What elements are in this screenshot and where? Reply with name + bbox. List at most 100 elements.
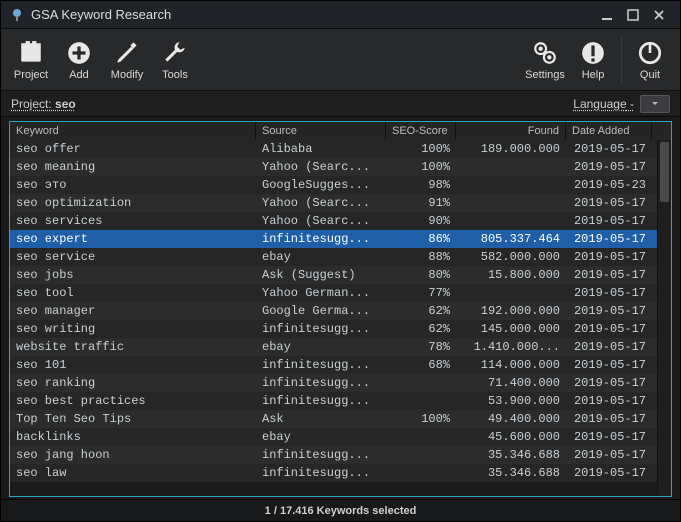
table-row[interactable]: seo rankinginfinitesugg...71.400.0002019… — [10, 374, 657, 392]
chevron-down-icon — [651, 100, 659, 108]
table-row[interactable]: seo jobsAsk (Suggest)80%15.800.0002019-0… — [10, 266, 657, 284]
cell-score: 100% — [386, 158, 456, 176]
cell-found: 192.000.000 — [456, 302, 566, 320]
cell-score: 91% — [386, 194, 456, 212]
scroll-thumb[interactable] — [660, 142, 669, 202]
table-row[interactable]: backlinksebay45.600.0002019-05-17 — [10, 428, 657, 446]
scrollbar[interactable] — [657, 140, 671, 496]
table-row[interactable]: seo 101infinitesugg...68%114.000.0002019… — [10, 356, 657, 374]
cell-score: 62% — [386, 320, 456, 338]
cell-source: Ask (Suggest) — [256, 266, 386, 284]
quit-label: Quit — [640, 69, 660, 81]
table-row[interactable]: seo managerGoogle Germa...62%192.000.000… — [10, 302, 657, 320]
project-button[interactable]: Project — [7, 32, 55, 88]
tools-icon — [161, 39, 189, 67]
cell-date: 2019-05-17 — [566, 302, 652, 320]
col-source[interactable]: Source — [256, 122, 386, 140]
col-date[interactable]: Date Added — [566, 122, 652, 140]
cell-found: 15.800.000 — [456, 266, 566, 284]
language-dropdown[interactable] — [640, 95, 670, 113]
table-row[interactable]: seo offerAlibaba100%189.000.0002019-05-1… — [10, 140, 657, 158]
cell-keyword: seo law — [10, 464, 256, 482]
cell-date: 2019-05-17 — [566, 248, 652, 266]
titlebar: GSA Keyword Research — [1, 1, 680, 29]
cell-keyword: seo offer — [10, 140, 256, 158]
cell-found — [456, 176, 566, 194]
cell-keyword: seo writing — [10, 320, 256, 338]
table-row[interactable]: seo writinginfinitesugg...62%145.000.000… — [10, 320, 657, 338]
cell-found: 1.410.000... — [456, 338, 566, 356]
help-button[interactable]: Help — [569, 32, 617, 88]
table-row[interactable]: seo servicesYahoo (Searc...90%2019-05-17 — [10, 212, 657, 230]
table-row[interactable]: seo этоGoogleSugges...98%2019-05-23 — [10, 176, 657, 194]
cell-source: Ask — [256, 410, 386, 428]
cell-found: 35.346.688 — [456, 464, 566, 482]
cell-source: infinitesugg... — [256, 464, 386, 482]
table-row[interactable]: seo optimizationYahoo (Searc...91%2019-0… — [10, 194, 657, 212]
cell-source: Yahoo (Searc... — [256, 194, 386, 212]
settings-label: Settings — [525, 69, 565, 81]
cell-keyword: seo manager — [10, 302, 256, 320]
cell-found: 582.000.000 — [456, 248, 566, 266]
quit-icon — [636, 39, 664, 67]
cell-found — [456, 212, 566, 230]
keyword-table: Keyword Source SEO-Score Found Date Adde… — [9, 121, 672, 497]
cell-keyword: seo meaning — [10, 158, 256, 176]
cell-keyword: backlinks — [10, 428, 256, 446]
table-row[interactable]: seo lawinfinitesugg... 35.346.6882019-05-… — [10, 464, 657, 482]
cell-keyword: seo best practices — [10, 392, 256, 410]
table-row[interactable]: website trafficebay78%1.410.000...2019-0… — [10, 338, 657, 356]
cell-date: 2019-05-17 — [566, 140, 652, 158]
cell-score: 90% — [386, 212, 456, 230]
cell-found: 189.000.000 — [456, 140, 566, 158]
cell-date: 2019-05-17 — [566, 320, 652, 338]
table-row[interactable]: seo best practicesinfinitesugg...53.900.… — [10, 392, 657, 410]
tools-label: Tools — [162, 69, 188, 81]
cell-date: 2019-05-17 — [566, 410, 652, 428]
maximize-button[interactable] — [620, 5, 646, 25]
language-link[interactable]: Language - — [573, 97, 634, 111]
table-row[interactable]: Top Ten Seo TipsAsk100%49.400.0002019-05… — [10, 410, 657, 428]
add-button[interactable]: Add — [55, 32, 103, 88]
modify-button[interactable]: Modify — [103, 32, 151, 88]
tools-button[interactable]: Tools — [151, 32, 199, 88]
col-keyword[interactable]: Keyword — [10, 122, 256, 140]
col-score[interactable]: SEO-Score — [386, 122, 456, 140]
project-label: Project — [14, 69, 48, 81]
minimize-button[interactable] — [594, 5, 620, 25]
cell-date: 2019-05-17 — [566, 212, 652, 230]
project-link[interactable]: Project: seo — [11, 97, 76, 111]
toolbar: Project Add Modify Tools Settings Help Q… — [1, 29, 680, 91]
cell-score: 68% — [386, 356, 456, 374]
cell-source: Google Germa... — [256, 302, 386, 320]
cell-date: 2019-05-17 — [566, 284, 652, 302]
project-prefix: Project: — [11, 97, 52, 111]
table-row[interactable]: seo meaningYahoo (Searc...100%2019-05-17 — [10, 158, 657, 176]
table-row[interactable]: seo toolYahoo German...77%2019-05-17 — [10, 284, 657, 302]
status-text: 1 / 17.416 Keywords selected — [265, 505, 417, 517]
cell-date: 2019-05-17 — [566, 392, 652, 410]
cell-found: 35.346.688 — [456, 446, 566, 464]
table-row[interactable]: seo jang hooninfinitesugg...35.346.68820… — [10, 446, 657, 464]
cell-keyword: seo services — [10, 212, 256, 230]
cell-found: 805.337.464 — [456, 230, 566, 248]
cell-keyword: seo service — [10, 248, 256, 266]
cell-found: 53.900.000 — [456, 392, 566, 410]
table-row[interactable]: seo serviceebay88%582.000.0002019-05-17 — [10, 248, 657, 266]
cell-date: 2019-05-17 — [566, 158, 652, 176]
app-icon — [9, 7, 25, 23]
cell-date: 2019-05-17 — [566, 464, 652, 482]
language-label: Language — [573, 97, 626, 111]
close-button[interactable] — [646, 5, 672, 25]
quit-button[interactable]: Quit — [626, 32, 674, 88]
cell-keyword: Top Ten Seo Tips — [10, 410, 256, 428]
cell-score — [386, 392, 456, 410]
table-row[interactable]: seo expertinfinitesugg...86%805.337.4642… — [10, 230, 657, 248]
cell-found: 114.000.000 — [456, 356, 566, 374]
col-found[interactable]: Found — [456, 122, 566, 140]
settings-button[interactable]: Settings — [521, 32, 569, 88]
cell-source: Alibaba — [256, 140, 386, 158]
cell-keyword: seo jang hoon — [10, 446, 256, 464]
modify-icon — [113, 39, 141, 67]
cell-source: ebay — [256, 248, 386, 266]
